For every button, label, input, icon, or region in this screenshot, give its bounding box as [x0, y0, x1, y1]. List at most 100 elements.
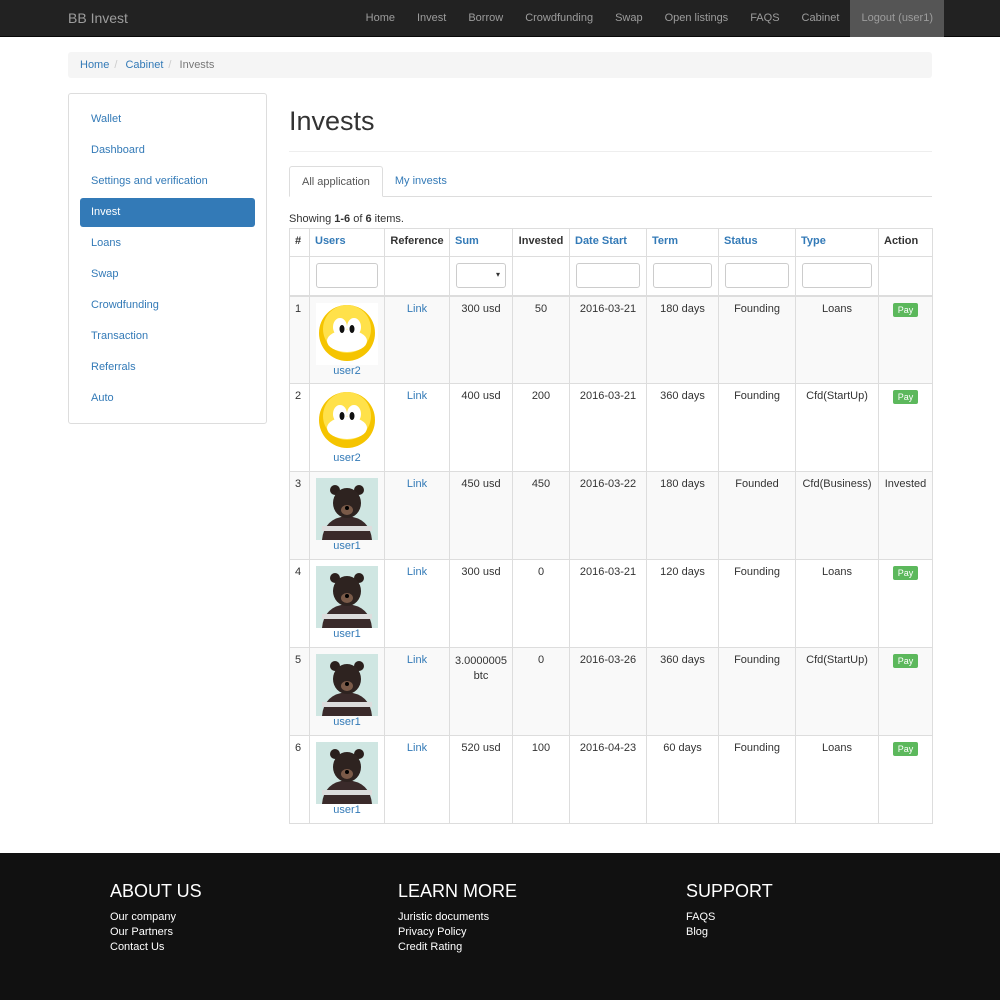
- nav-logout-user1[interactable]: Logout (user1): [850, 0, 944, 37]
- sum-cell: 450 usd: [449, 471, 513, 560]
- nav-menu: Home Invest Borrow Crowdfunding Swap Open lis…: [355, 0, 944, 37]
- tab-my-invests[interactable]: My invests: [383, 166, 459, 196]
- type-cell: Cfd(StartUp): [795, 647, 879, 736]
- nav-faqs[interactable]: FAQS: [739, 0, 790, 37]
- nav-borrow[interactable]: Borrow: [457, 0, 514, 37]
- column-header: Invested: [512, 228, 570, 257]
- footer-support: SUPPORT FAQS Blog: [686, 881, 773, 940]
- pay-button[interactable]: Pay: [892, 302, 919, 317]
- sidebar-item-settings-and-verification[interactable]: Settings and verification: [80, 167, 255, 196]
- breadcrumb: Home / Cabinet / Invests: [68, 52, 932, 78]
- footer-link-blog[interactable]: Blog: [686, 925, 773, 940]
- sidebar-item-dashboard[interactable]: Dashboard: [80, 136, 255, 165]
- user-link[interactable]: user1: [333, 716, 361, 728]
- sort-term[interactable]: Term: [652, 235, 678, 247]
- type-cell: Cfd(StartUp): [795, 383, 879, 472]
- term-cell: 360 days: [646, 383, 719, 472]
- column-header: Action: [878, 228, 933, 257]
- date-start-cell: 2016-03-21: [569, 383, 647, 472]
- column-header: Date Start: [569, 228, 647, 257]
- column-header: Status: [718, 228, 796, 257]
- sidebar-item-referrals[interactable]: Referrals: [80, 353, 255, 382]
- user-cell: user1: [309, 471, 385, 560]
- sidebar-item-transaction[interactable]: Transaction: [80, 322, 255, 351]
- nav-open-listings[interactable]: Open listings: [654, 0, 740, 37]
- user-cell: user1: [309, 647, 385, 736]
- term-cell: 180 days: [646, 295, 719, 384]
- date-start-filter-input[interactable]: [576, 263, 640, 288]
- footer-link-privacy-policy[interactable]: Privacy Policy: [398, 925, 517, 940]
- summary-text: of: [350, 213, 366, 225]
- reference-link[interactable]: Link: [407, 478, 427, 490]
- type-cell: Loans: [795, 295, 879, 384]
- footer-link-faqs[interactable]: FAQS: [686, 910, 773, 925]
- type-filter-input[interactable]: [802, 263, 872, 288]
- date-start-cell: 2016-03-26: [569, 647, 647, 736]
- footer-link-our-partners[interactable]: Our Partners: [110, 925, 202, 940]
- term-cell: 60 days: [646, 735, 719, 824]
- sidebar-item-wallet[interactable]: Wallet: [80, 105, 255, 134]
- sort-status[interactable]: Status: [724, 235, 758, 247]
- bear-avatar-icon: [316, 654, 378, 716]
- sort-users[interactable]: Users: [315, 235, 346, 247]
- date-start-cell: 2016-04-23: [569, 735, 647, 824]
- user-link[interactable]: user1: [333, 628, 361, 640]
- type-cell: Cfd(Business): [795, 471, 879, 560]
- user-link[interactable]: user2: [333, 365, 361, 377]
- breadcrumb-cabinet[interactable]: Cabinet: [125, 59, 163, 71]
- reference-link[interactable]: Link: [407, 390, 427, 402]
- sort-date-start[interactable]: Date Start: [575, 235, 627, 247]
- reference-link[interactable]: Link: [407, 303, 427, 315]
- user-link[interactable]: user2: [333, 452, 361, 464]
- table-row: 4 user1 Link 300 usd 0 2016-03-21 120 da…: [289, 559, 933, 648]
- users-filter-input[interactable]: [316, 263, 378, 288]
- user-link[interactable]: user1: [333, 540, 361, 552]
- row-number: 5: [289, 647, 310, 736]
- sidebar-item-invest[interactable]: Invest: [80, 198, 255, 227]
- invests-table: # Users Reference Sum Invested Date Start Term…: [289, 228, 933, 824]
- reference-link[interactable]: Link: [407, 654, 427, 666]
- nav-cabinet[interactable]: Cabinet: [791, 0, 851, 37]
- invested-cell: 100: [512, 735, 570, 824]
- term-filter-input[interactable]: [653, 263, 712, 288]
- pay-button[interactable]: Pay: [892, 566, 919, 580]
- sidebar-item-auto[interactable]: Auto: [80, 384, 255, 413]
- footer-heading: SUPPORT: [686, 881, 773, 901]
- reference-link[interactable]: Link: [407, 566, 427, 578]
- sidebar-item-crowdfunding[interactable]: Crowdfunding: [80, 291, 255, 320]
- main-content: Invests All application My invests Showi…: [289, 93, 933, 824]
- nav-crowdfunding[interactable]: Crowdfunding: [514, 0, 604, 37]
- row-number: 6: [289, 735, 310, 824]
- navbar: BB Invest Home Invest Borrow Crowdfunding Sw…: [0, 0, 1000, 37]
- sum-filter-select[interactable]: [456, 263, 506, 288]
- pay-button[interactable]: Pay: [892, 742, 919, 756]
- action-cell: Pay: [878, 559, 933, 648]
- nav-swap[interactable]: Swap: [604, 0, 654, 37]
- footer-link-credit-rating[interactable]: Credit Rating: [398, 940, 517, 955]
- table-row: 6 user1 Link 520 usd 100 2016-04-23 60 d…: [289, 735, 933, 824]
- footer-link-juristic-documents[interactable]: Juristic documents: [398, 910, 517, 925]
- nav-invest[interactable]: Invest: [406, 0, 457, 37]
- action-cell: Pay: [878, 383, 933, 472]
- sidebar-item-swap[interactable]: Swap: [80, 260, 255, 289]
- sum-cell: 300 usd: [449, 295, 513, 384]
- footer-link-our-company[interactable]: Our company: [110, 910, 202, 925]
- status-filter-input[interactable]: [725, 263, 789, 288]
- brand-link[interactable]: BB Invest: [68, 10, 128, 26]
- pay-button[interactable]: Pay: [892, 390, 919, 404]
- sort-type[interactable]: Type: [801, 235, 826, 247]
- sort-sum[interactable]: Sum: [455, 235, 479, 247]
- sidebar-item-loans[interactable]: Loans: [80, 229, 255, 258]
- footer-link-contact-us[interactable]: Contact Us: [110, 940, 202, 955]
- sum-cell: 300 usd: [449, 559, 513, 648]
- column-header: Type: [795, 228, 879, 257]
- user-cell: user1: [309, 735, 385, 824]
- reference-link[interactable]: Link: [407, 742, 427, 754]
- tab-all-application[interactable]: All application: [289, 166, 383, 197]
- breadcrumb-home[interactable]: Home: [80, 59, 109, 71]
- user-link[interactable]: user1: [333, 804, 361, 816]
- nav-home[interactable]: Home: [355, 0, 406, 37]
- status-cell: Founding: [718, 735, 796, 824]
- row-number: 4: [289, 559, 310, 648]
- pay-button[interactable]: Pay: [892, 654, 919, 668]
